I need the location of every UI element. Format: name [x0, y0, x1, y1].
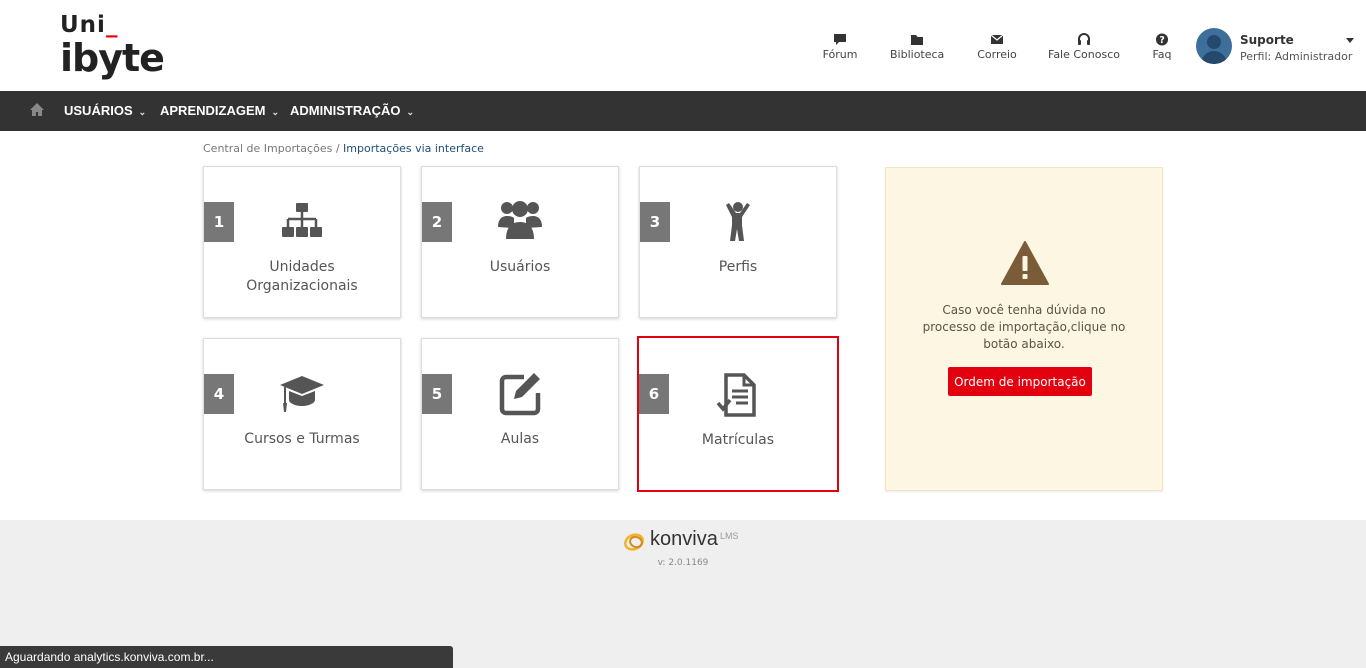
breadcrumb-parent[interactable]: Central de Importações — [203, 142, 332, 155]
logo-line1: Uni_ — [60, 12, 119, 38]
chevron-down-icon: ⌄ — [138, 107, 147, 117]
toplink-forum[interactable]: Fórum — [822, 33, 858, 61]
nav-label: ADMINISTRAÇÃO — [290, 103, 401, 118]
caret-down-icon[interactable] — [1346, 38, 1354, 43]
konviva-wordmark: konviva — [650, 528, 718, 550]
step-number: 4 — [204, 374, 234, 414]
main-nav: USUÁRIOS ⌄ APRENDIZAGEM ⌄ ADMINISTRAÇÃO ⌄ — [0, 91, 1366, 131]
nav-aprendizagem[interactable]: APRENDIZAGEM ⌄ — [160, 103, 279, 118]
card-label: Perfis — [718, 259, 758, 275]
person-icon — [726, 202, 750, 241]
import-card-unidades[interactable]: 1 Unidades Organizacionais — [203, 166, 401, 318]
users-icon — [498, 201, 542, 239]
toplink-biblioteca[interactable]: Biblioteca — [890, 33, 944, 61]
toplink-label: Fale Conosco — [1048, 48, 1120, 61]
browser-status-bar: Aguardando analytics.konviva.com.br... — [0, 646, 453, 668]
avatar — [1196, 28, 1232, 64]
konviva-swirl-icon — [624, 533, 644, 551]
user-role: Perfil: Administrador — [1240, 50, 1353, 63]
help-text: Caso você tenha dúvida no processo de im… — [922, 303, 1126, 351]
import-card-matriculas[interactable]: 6 Matrículas — [637, 336, 839, 492]
svg-text:?: ? — [1159, 35, 1164, 46]
import-order-button[interactable]: Ordem de importação — [948, 367, 1092, 396]
toplink-correio[interactable]: Correio — [975, 33, 1019, 61]
logo-line2: ibyte — [60, 36, 165, 80]
card-label: Matrículas — [701, 432, 775, 448]
breadcrumb-separator: / — [335, 142, 340, 155]
toplink-fale-conosco[interactable]: Fale Conosco — [1048, 33, 1120, 61]
warning-icon — [1001, 241, 1049, 285]
toplink-label: Faq — [1152, 48, 1172, 61]
nav-usuarios[interactable]: USUÁRIOS ⌄ — [64, 103, 146, 118]
card-label: Usuários — [489, 259, 551, 275]
toplink-label: Correio — [977, 48, 1017, 61]
document-check-icon — [716, 373, 756, 417]
import-card-aulas[interactable]: 5 Aulas — [421, 338, 619, 490]
home-icon[interactable] — [29, 102, 45, 121]
unibyte-logo[interactable]: Uni_ ibyte — [60, 12, 170, 82]
headset-icon — [1078, 33, 1090, 45]
card-label: Cursos e Turmas — [244, 431, 360, 447]
chat-icon — [834, 34, 846, 45]
toplink-label: Fórum — [822, 48, 858, 61]
user-menu[interactable]: Suporte Perfil: Administrador — [1196, 26, 1361, 66]
toplink-label: Biblioteca — [890, 48, 945, 61]
nav-label: APRENDIZAGEM — [160, 103, 266, 118]
step-number: 3 — [640, 202, 670, 242]
breadcrumb-current: Importações via interface — [343, 142, 484, 155]
breadcrumb: Central de Importações / Importações via… — [203, 142, 484, 155]
step-number: 2 — [422, 202, 452, 242]
chevron-down-icon: ⌄ — [406, 107, 415, 117]
org-chart-icon — [282, 203, 322, 237]
app-version: v: 2.0.1169 — [657, 558, 709, 568]
folder-icon — [911, 35, 923, 45]
step-number: 1 — [204, 202, 234, 242]
step-number: 6 — [639, 374, 669, 414]
card-label: Aulas — [500, 431, 540, 447]
envelope-icon — [990, 34, 1004, 44]
import-card-cursos[interactable]: 4 Cursos e Turmas — [203, 338, 401, 490]
header: Uni_ ibyte Fórum Biblioteca Correio Fale… — [0, 0, 1366, 91]
import-card-perfis[interactable]: 3 Perfis — [639, 166, 837, 318]
graduation-cap-icon — [280, 376, 324, 412]
edit-icon — [499, 373, 541, 416]
konviva-lms: LMS — [720, 531, 739, 541]
toplink-faq[interactable]: ? Faq — [1150, 33, 1174, 61]
import-card-usuarios[interactable]: 2 Usuários — [421, 166, 619, 318]
question-circle-icon: ? — [1155, 33, 1169, 46]
card-label: Unidades Organizacionais — [246, 259, 358, 294]
nav-administracao[interactable]: ADMINISTRAÇÃO ⌄ — [290, 103, 414, 118]
chevron-down-icon: ⌄ — [271, 107, 279, 117]
nav-label: USUÁRIOS — [64, 103, 133, 118]
step-number: 5 — [422, 374, 452, 414]
user-name: Suporte — [1240, 33, 1294, 47]
import-help-panel: Caso você tenha dúvida no processo de im… — [885, 167, 1163, 491]
